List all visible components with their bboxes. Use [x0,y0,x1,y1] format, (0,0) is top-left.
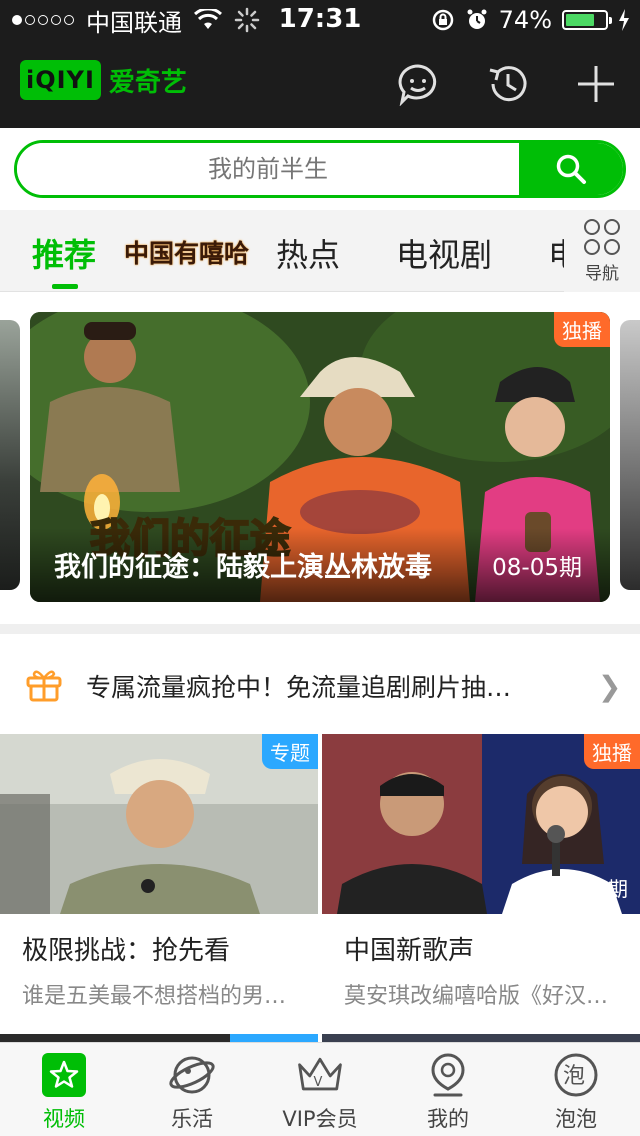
exclusive-badge: 独播 [554,312,610,347]
promo-text: 专属流量疯抢中！免流量追剧刷片抽… [86,673,512,702]
tab-recommend[interactable]: 推荐 [32,230,96,276]
search-input[interactable] [17,143,519,195]
tab-tv-series[interactable]: 电视剧 [396,230,492,276]
user-icon [422,1051,474,1099]
tab-partial[interactable]: 电 [548,230,564,276]
search-bar [0,128,640,210]
status-right: 74% [431,6,630,34]
battery-percent: 74% [498,6,552,34]
bubble-pao-icon: 泡 [550,1051,602,1099]
tabbar-item-mine[interactable]: 我的 [384,1043,512,1136]
tabbar-label: VIP会员 [282,1107,358,1131]
charging-bolt-icon [619,9,629,31]
iqiyi-logo: iQIYI 爱奇艺 [20,60,187,100]
exclusive-badge: 独播 [584,734,640,769]
card-subtitle: 谁是五美最不想搭档的男… [22,984,287,1009]
tabbar-item-pao[interactable]: 泡 泡泡 [512,1043,640,1136]
battery-icon [562,10,612,30]
tabbar-label: 我的 [427,1107,469,1131]
tab-china-hiphop[interactable]: 中国有嘻哈 [124,234,249,270]
logo-mark: iQIYI [20,60,101,100]
carousel-next-peek[interactable] [620,320,640,590]
card-title: 中国新歌声 [344,936,475,966]
topic-badge: 专题 [262,734,318,769]
tabbar-label: 视频 [43,1107,85,1131]
tab-hot[interactable]: 热点 [276,230,340,276]
history-clock-icon[interactable] [486,62,530,106]
tabbar-item-video[interactable]: 视频 [0,1043,128,1136]
svg-text:V: V [314,1075,323,1090]
search-button[interactable] [519,143,623,195]
star-video-icon [38,1051,90,1099]
tabbar-item-vip[interactable]: V VIP会员 [256,1043,384,1136]
category-tabs: 推荐 中国有嘻哈 热点 电视剧 电 导航 [0,210,640,292]
status-bar: 中国联通 17:31 74% [0,0,640,40]
banner-title: 我们的征途：陆毅上演丛林放毒 [54,552,432,583]
rotation-lock-icon [432,9,453,31]
carousel-prev-peek[interactable] [0,320,20,590]
chat-bubble-icon[interactable] [396,62,440,107]
tabbar-label: 乐活 [171,1107,213,1131]
banner-carousel: 我们的征途 我们的征途：陆毅上演丛林放毒 08-05期 独播 [0,292,640,624]
battery-fill [566,14,595,26]
search-icon [556,154,586,184]
nav-button[interactable]: 导航 [564,210,640,292]
banner-slide[interactable]: 我们的征途 我们的征途：陆毅上演丛林放毒 08-05期 独播 [30,312,610,602]
section-divider [0,624,640,634]
video-thumbnail: 专题 [0,734,318,914]
bottom-tab-bar: 视频 乐活 V VIP会员 我的 泡 泡泡 [0,1042,640,1136]
tabbar-label: 泡泡 [555,1107,597,1131]
logo-text: 爱奇艺 [108,67,187,98]
grid-icon [584,218,620,255]
promo-row[interactable]: 专属流量疯抢中！免流量追剧刷片抽… ❯ [0,634,640,734]
video-thumbnail: 独播 08-04期 [322,734,640,914]
card-title: 极限挑战：抢先看 [22,936,231,966]
video-card[interactable]: 独播 08-04期 中国新歌声 莫安琪改编嘻哈版《好汉… [322,734,640,1034]
tab-active-indicator [52,284,78,289]
chevron-right-icon: ❯ [598,670,622,703]
planet-icon [166,1051,218,1099]
banner-caption: 我们的征途：陆毅上演丛林放毒 08-05期 [30,528,610,602]
search-box [14,140,626,198]
card-date: 08-04期 [549,877,628,901]
crown-icon: V [294,1051,346,1099]
pao-glyph: 泡 [563,1064,585,1089]
video-card[interactable]: 专题 极限挑战：抢先看 谁是五美最不想搭档的男… [0,734,318,1034]
nav-label: 导航 [585,263,619,284]
tabbar-item-lehuo[interactable]: 乐活 [128,1043,256,1136]
plus-icon[interactable] [574,62,618,106]
gift-icon [26,670,62,702]
app-screen: 中国联通 17:31 74% iQIYI 爱奇艺 我的前半生 推荐 中国有嘻哈 … [0,0,640,1136]
app-header: iQIYI 爱奇艺 [0,40,640,128]
card-subtitle: 莫安琪改编嘻哈版《好汉… [344,984,609,1009]
banner-date: 08-05期 [492,555,582,581]
alarm-icon [467,9,487,29]
